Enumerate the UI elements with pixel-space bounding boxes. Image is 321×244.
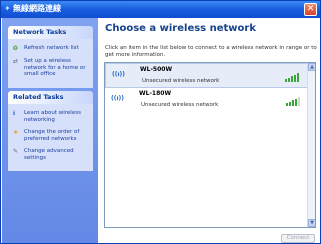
signal-bar: [294, 75, 296, 82]
task-label: Refresh network list: [24, 45, 79, 51]
vertical-scrollbar[interactable]: ▲ ▼: [307, 63, 315, 227]
task-label: Set up a wireless network for a home or …: [24, 58, 86, 77]
info-icon: ℹ: [13, 110, 16, 117]
star-icon: ★: [13, 129, 19, 136]
refresh-network-list-link[interactable]: ❂ Refresh network list: [13, 45, 90, 52]
signal-strength-icon: [286, 97, 300, 106]
network-name: WL-500W: [140, 66, 173, 73]
signal-bar: [291, 76, 293, 82]
wifi-antenna-icon: ((ı)): [111, 95, 125, 102]
related-tasks-heading[interactable]: Related Tasks: [8, 91, 93, 104]
connect-button[interactable]: Connect: [281, 234, 315, 243]
signal-strength-icon: [285, 73, 299, 82]
learn-about-wireless-link[interactable]: ℹ Learn about wireless networking: [13, 110, 90, 123]
related-tasks-panel: Related Tasks ℹ Learn about wireless net…: [8, 91, 93, 171]
signal-bar: [292, 100, 294, 106]
related-tasks-list: ℹ Learn about wireless networking ★ Chan…: [8, 104, 93, 171]
title-bar[interactable]: ✦ 無線網路連線 ✕: [1, 1, 320, 18]
setup-icon: ⇄: [13, 58, 19, 65]
signal-bar: [286, 103, 288, 106]
network-tasks-panel: Network Tasks ❂ Refresh network list ⇄ S…: [8, 26, 93, 88]
task-label: Change advanced settings: [24, 148, 74, 161]
network-list[interactable]: ((ı)) WL-500W Unsecured wireless network…: [104, 62, 316, 228]
network-security: Unsecured wireless network: [142, 78, 220, 84]
signal-bar: [288, 78, 290, 82]
signal-bar: [289, 102, 291, 106]
signal-bar: [295, 99, 297, 106]
scroll-down-icon[interactable]: ▼: [308, 219, 315, 227]
main-header: Choose a wireless network: [98, 18, 320, 42]
sidebar: Network Tasks ❂ Refresh network list ⇄ S…: [2, 18, 98, 243]
window-title: 無線網路連線: [13, 4, 61, 13]
change-preferred-order-link[interactable]: ★ Change the order of preferred networks: [13, 129, 90, 142]
network-item-wl-500w[interactable]: ((ı)) WL-500W Unsecured wireless network: [105, 63, 308, 88]
instructions-text: Click an item in the list below to conne…: [105, 45, 317, 58]
settings-icon: ✎: [13, 148, 19, 155]
network-item-wl-180w[interactable]: ((ı)) WL-180W Unsecured wireless network: [105, 88, 308, 113]
network-tasks-heading[interactable]: Network Tasks: [8, 26, 93, 39]
main-pane: Choose a wireless network Click an item …: [98, 18, 320, 243]
refresh-icon: ❂: [13, 45, 19, 52]
page-title: Choose a wireless network: [105, 23, 256, 34]
scroll-up-icon[interactable]: ▲: [308, 63, 315, 71]
close-button[interactable]: ✕: [304, 3, 317, 16]
task-label: Change the order of preferred networks: [24, 129, 80, 142]
signal-bar: [285, 79, 287, 82]
change-advanced-settings-link[interactable]: ✎ Change advanced settings: [13, 148, 90, 161]
network-icon: ✦: [4, 4, 11, 13]
task-label: Learn about wireless networking: [24, 110, 81, 123]
signal-bar: [297, 73, 299, 82]
network-security: Unsecured wireless network: [141, 102, 219, 108]
wireless-network-window: ✦ 無線網路連線 ✕ Network Tasks ❂ Refresh netwo…: [0, 0, 321, 244]
network-name: WL-180W: [139, 90, 172, 97]
setup-wireless-network-link[interactable]: ⇄ Set up a wireless network for a home o…: [13, 58, 90, 78]
network-tasks-list: ❂ Refresh network list ⇄ Set up a wirele…: [8, 39, 93, 88]
signal-bar: [298, 97, 300, 106]
wifi-antenna-icon: ((ı)): [112, 71, 126, 78]
